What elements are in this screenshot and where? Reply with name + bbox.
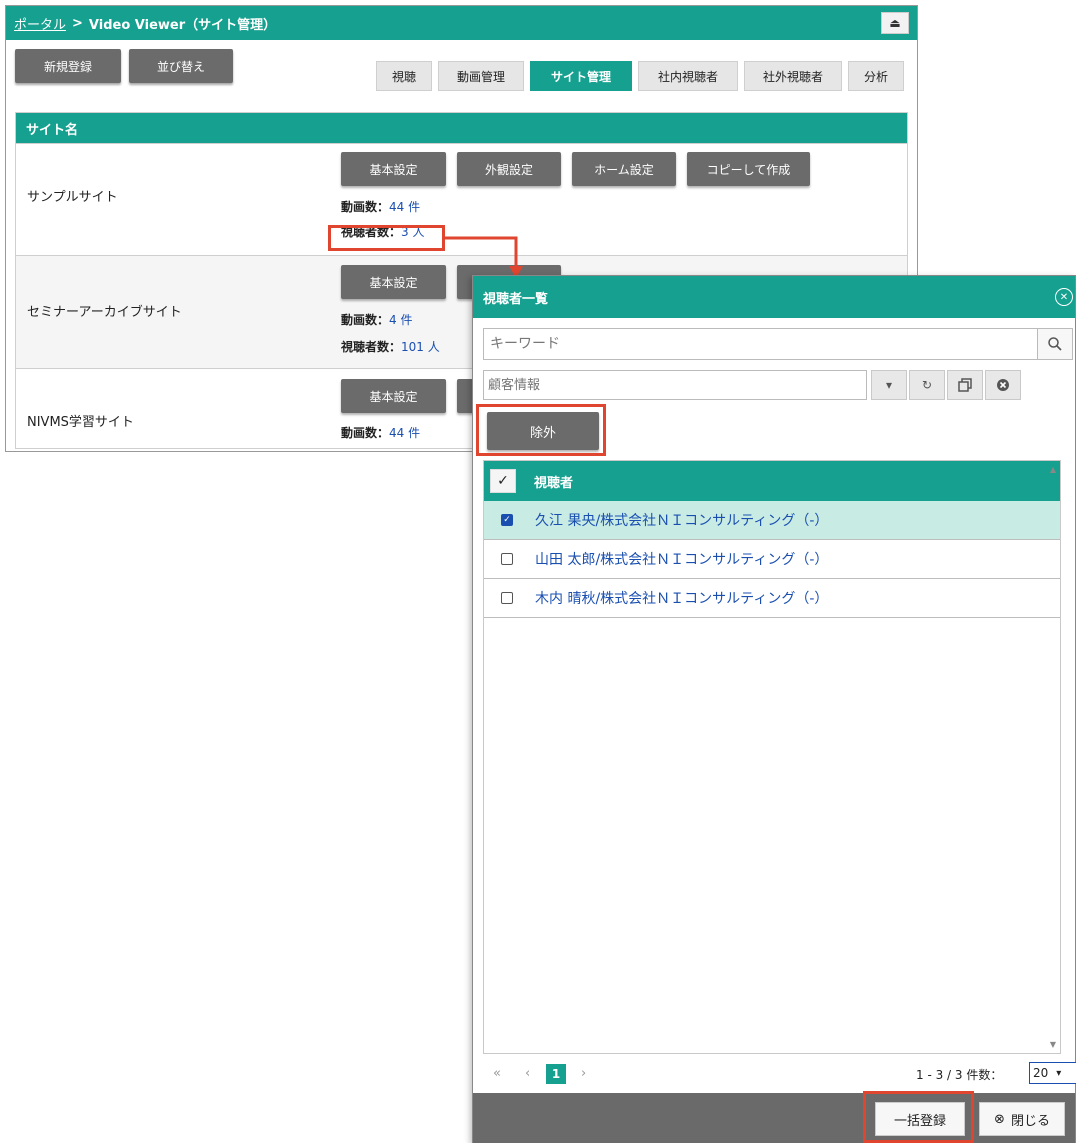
keyword-search-input[interactable]	[483, 328, 1043, 360]
video-count-link[interactable]: 4 件	[389, 313, 412, 327]
viewer-count: 視聴者数：101 人	[341, 338, 440, 355]
appearance-settings-button[interactable]: 外観設定	[457, 152, 561, 186]
viewer-column-header: 視聴者	[534, 475, 574, 491]
collapse-button[interactable]: ⏏	[881, 12, 909, 34]
tab-video-management[interactable]: 動画管理	[438, 61, 524, 91]
tab-bar: 視聴 動画管理 サイト管理 社内視聴者 社外視聴者 分析	[6, 40, 917, 96]
list-item[interactable]: ✓ 久江 果央/株式会社ＮＩコンサルティング（-）	[484, 501, 1060, 540]
dialog-header: 視聴者一覧 ✕	[473, 276, 1075, 318]
dialog-title: 視聴者一覧	[483, 291, 549, 307]
video-count-link[interactable]: 44 件	[389, 200, 420, 214]
row-checkbox[interactable]: ✓	[501, 514, 513, 526]
refresh-icon: ↻	[921, 378, 933, 392]
viewer-name[interactable]: 久江 果央/株式会社ＮＩコンサルティング（-）	[535, 510, 828, 530]
viewer-list: ✓ 視聴者 ✓ 久江 果央/株式会社ＮＩコンサルティング（-） 山田 太郎/株式…	[483, 460, 1061, 1054]
home-settings-button[interactable]: ホーム設定	[572, 152, 676, 186]
video-count-label: 動画数：	[341, 313, 390, 327]
scroll-down-arrow[interactable]: ▼	[1050, 1040, 1056, 1049]
scroll-up-arrow[interactable]: ▲	[1050, 465, 1056, 474]
row-checkbox[interactable]	[501, 553, 513, 565]
record-count: 1 - 3 / 3 件数：	[916, 1068, 1003, 1082]
prev-page-button[interactable]: ‹	[525, 1066, 530, 1081]
annotation-highlight-bulk-register	[863, 1091, 974, 1143]
select-all-checkbox[interactable]: ✓	[490, 469, 516, 493]
first-page-button[interactable]: «	[493, 1066, 501, 1081]
page-size-select[interactable]: 20 ▾	[1029, 1062, 1076, 1084]
annotation-highlight-exclude	[476, 404, 606, 456]
page-size-value: 20	[1033, 1066, 1049, 1080]
video-count-label: 動画数：	[341, 426, 390, 440]
viewer-count-label: 視聴者数：	[341, 340, 402, 354]
page-title: Video Viewer（サイト管理）	[88, 17, 277, 33]
search-icon	[1048, 337, 1062, 351]
basic-settings-button[interactable]: 基本設定	[341, 379, 446, 413]
video-count: 動画数：44 件	[341, 424, 420, 441]
close-button[interactable]: ⊗ 閉じる	[979, 1102, 1065, 1136]
site-name: サンプルサイト	[27, 190, 118, 205]
eject-icon: ⏏	[889, 16, 901, 30]
pagination: « ‹ 1 › 1 - 3 / 3 件数： 20 ▾	[483, 1060, 1076, 1088]
viewer-name[interactable]: 山田 太郎/株式会社ＮＩコンサルティング（-）	[535, 549, 828, 569]
tab-site-management[interactable]: サイト管理	[530, 61, 632, 91]
breadcrumb-separator: >	[72, 15, 83, 31]
next-page-button[interactable]: ›	[581, 1066, 586, 1081]
video-count: 動画数：4 件	[341, 311, 412, 328]
close-label: 閉じる	[1010, 1113, 1050, 1129]
breadcrumb-portal-link[interactable]: ポータル	[14, 14, 66, 33]
search-button[interactable]	[1037, 328, 1073, 360]
clear-icon	[997, 379, 1009, 391]
viewer-name[interactable]: 木内 晴秋/株式会社ＮＩコンサルティング（-）	[535, 588, 828, 608]
dialog-footer: 一括登録 ⊗ 閉じる	[473, 1093, 1075, 1143]
row-checkbox[interactable]	[501, 592, 513, 604]
close-icon[interactable]: ✕	[1055, 288, 1073, 306]
basic-settings-button[interactable]: 基本設定	[341, 152, 446, 186]
site-name: セミナーアーカイブサイト	[27, 305, 182, 320]
video-count: 動画数：44 件	[341, 198, 420, 215]
list-item[interactable]: 木内 晴秋/株式会社ＮＩコンサルティング（-）	[484, 579, 1060, 618]
clear-button[interactable]	[985, 370, 1021, 400]
site-name: NIVMS学習サイト	[27, 415, 134, 430]
list-item[interactable]: 山田 太郎/株式会社ＮＩコンサルティング（-）	[484, 540, 1060, 579]
customer-info-input[interactable]	[483, 370, 867, 400]
video-count-label: 動画数：	[341, 200, 390, 214]
window-header: ポータル > Video Viewer（サイト管理） ⏏	[6, 6, 917, 40]
viewer-count-link[interactable]: 101 人	[401, 340, 440, 354]
toolbar: 新規登録 並び替え 視聴 動画管理 サイト管理 社内視聴者 社外視聴者 分析	[6, 40, 917, 96]
chevron-down-icon: ▾	[1056, 1067, 1062, 1079]
chevron-down-icon: ▾	[885, 378, 893, 392]
annotation-arrow	[444, 236, 523, 278]
site-table-header: サイト名	[16, 113, 907, 143]
annotation-highlight-viewer-count	[328, 225, 445, 251]
current-page[interactable]: 1	[546, 1064, 566, 1084]
tab-internal-viewers[interactable]: 社内視聴者	[638, 61, 738, 91]
reset-button[interactable]: ↻	[909, 370, 945, 400]
video-count-link[interactable]: 44 件	[389, 426, 420, 440]
copy-button[interactable]	[947, 370, 983, 400]
dropdown-button[interactable]: ▾	[871, 370, 907, 400]
viewer-list-header: ✓ 視聴者	[484, 461, 1060, 501]
tab-analysis[interactable]: 分析	[848, 61, 904, 91]
close-circle-icon: ⊗	[994, 1111, 1005, 1127]
tab-external-viewers[interactable]: 社外視聴者	[744, 61, 842, 91]
tab-view[interactable]: 視聴	[376, 61, 432, 91]
copy-create-button[interactable]: コピーして作成	[687, 152, 810, 186]
copy-icon	[958, 378, 972, 392]
basic-settings-button[interactable]: 基本設定	[341, 265, 446, 299]
